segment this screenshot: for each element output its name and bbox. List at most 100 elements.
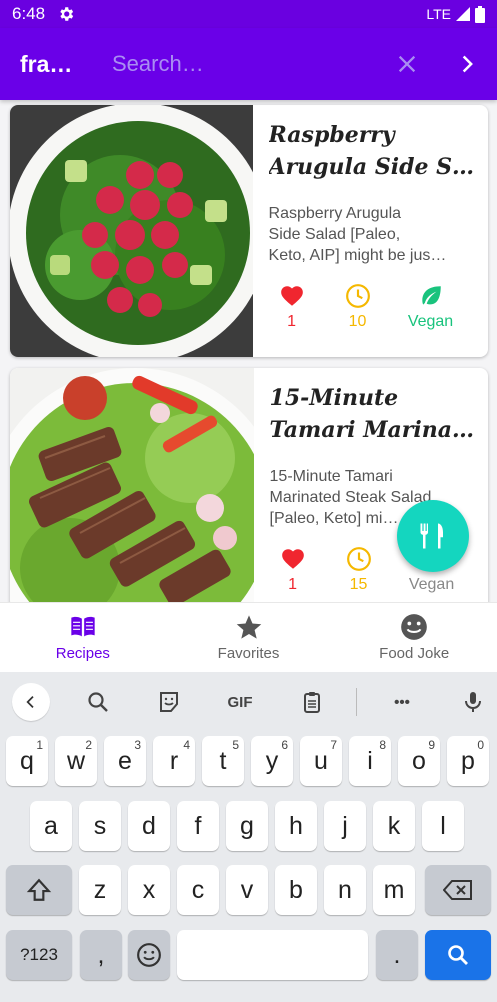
- key-letter: i: [367, 746, 373, 775]
- status-time: 6:48: [12, 4, 46, 23]
- key-c[interactable]: c: [177, 865, 219, 915]
- leaf-icon: [421, 286, 441, 305]
- chevron-left-icon: [26, 696, 34, 708]
- key-u[interactable]: u7: [300, 736, 342, 786]
- backspace-key[interactable]: [425, 865, 491, 915]
- key-o[interactable]: o9: [398, 736, 440, 786]
- recipe-details: 15-Minute Tamari Marina… 15-Minute Tamar…: [254, 368, 488, 602]
- key-x[interactable]: x: [128, 865, 170, 915]
- shift-key[interactable]: [6, 865, 72, 915]
- key-letter: t: [219, 746, 227, 775]
- key-a[interactable]: a: [30, 801, 72, 851]
- key-b[interactable]: b: [275, 865, 317, 915]
- key-i[interactable]: i8: [349, 736, 391, 786]
- key-g[interactable]: g: [226, 801, 268, 851]
- minutes-count: 10: [348, 313, 367, 330]
- key-number-hint: 3: [134, 738, 141, 752]
- search-input[interactable]: Search…: [112, 51, 377, 77]
- recipe-title: Raspberry Arugula Side S…: [269, 119, 474, 183]
- key-s[interactable]: s: [79, 801, 121, 851]
- period-key[interactable]: .: [376, 930, 418, 980]
- key-number-hint: 5: [232, 738, 239, 752]
- key-w[interactable]: w2: [55, 736, 97, 786]
- nav-recipes[interactable]: Recipes: [0, 603, 166, 672]
- comma-key[interactable]: ,: [80, 930, 122, 980]
- key-number-hint: 6: [281, 738, 288, 752]
- toolbar-title: fra…: [20, 50, 73, 77]
- keyboard-collapse-button[interactable]: [12, 683, 50, 721]
- emoji-icon: [137, 943, 161, 967]
- key-number-hint: 7: [330, 738, 337, 752]
- key-z[interactable]: z: [79, 865, 121, 915]
- key-number-hint: 0: [477, 738, 484, 752]
- key-e[interactable]: e3: [104, 736, 146, 786]
- key-n[interactable]: n: [324, 865, 366, 915]
- key-letter: y: [265, 746, 279, 775]
- microphone-icon: [465, 692, 481, 712]
- recipe-stats: 1 10 Vegan: [259, 283, 471, 331]
- submit-search-button[interactable]: [437, 54, 497, 74]
- bottom-navigation: Recipes Favorites Food Joke: [0, 602, 497, 672]
- soft-keyboard: GIF ••• q1w2e3r4t5y6u7i8o9p0 asdfghjkl z…: [0, 672, 497, 1002]
- key-letter: w: [66, 746, 86, 775]
- keyboard-gif-tool[interactable]: GIF: [224, 688, 256, 716]
- star-icon: [236, 615, 261, 639]
- search-icon: [88, 692, 108, 712]
- gear-icon: [60, 7, 74, 21]
- chevron-right-icon: [462, 55, 473, 73]
- recipe-description-line: Side Salad [Paleo,: [268, 226, 401, 243]
- emoji-key[interactable]: [128, 930, 170, 980]
- battery-icon: [475, 5, 485, 23]
- key-number-hint: 8: [379, 738, 386, 752]
- recipe-description-line: 15-Minute Tamari: [269, 468, 393, 485]
- minutes-count: 15: [349, 576, 368, 593]
- recipe-card[interactable]: Raspberry Arugula Side S… Raspberry Arug…: [10, 105, 488, 357]
- nav-food-joke[interactable]: Food Joke: [331, 603, 497, 672]
- recipe-title: 15-Minute Tamari Marina…: [270, 382, 474, 446]
- keyboard-more-tool[interactable]: •••: [386, 688, 418, 716]
- random-recipe-fab[interactable]: [397, 500, 469, 572]
- clipboard-icon: [304, 692, 320, 713]
- key-m[interactable]: m: [373, 865, 415, 915]
- key-f[interactable]: f: [177, 801, 219, 851]
- key-h[interactable]: h: [275, 801, 317, 851]
- key-letter: u: [314, 746, 328, 775]
- key-d[interactable]: d: [128, 801, 170, 851]
- search-icon: [448, 945, 468, 965]
- keyboard-clipboard-tool[interactable]: [298, 688, 326, 716]
- keyboard-search-tool[interactable]: [84, 688, 112, 716]
- keyboard-sticker-tool[interactable]: [155, 688, 183, 716]
- keyboard-voice-tool[interactable]: [459, 688, 487, 716]
- key-t[interactable]: t5: [202, 736, 244, 786]
- clock-icon: [346, 547, 371, 571]
- likes-count: 1: [287, 313, 296, 330]
- recipe-image: [10, 368, 254, 602]
- diet-stat: Vegan: [391, 283, 471, 331]
- key-q[interactable]: q1: [6, 736, 48, 786]
- recipe-title-line: Arugula Side S…: [268, 154, 474, 180]
- search-action-key[interactable]: [425, 930, 491, 980]
- key-r[interactable]: r4: [153, 736, 195, 786]
- key-y[interactable]: y6: [251, 736, 293, 786]
- key-number-hint: 4: [183, 738, 190, 752]
- sticker-icon: [160, 692, 178, 712]
- key-k[interactable]: k: [373, 801, 415, 851]
- key-p[interactable]: p0: [447, 736, 489, 786]
- clock-icon: [345, 284, 370, 308]
- key-letter: p: [461, 746, 475, 775]
- app-toolbar: fra… Search…: [0, 28, 497, 100]
- nav-favorites[interactable]: Favorites: [166, 603, 332, 672]
- key-v[interactable]: v: [226, 865, 268, 915]
- recipe-title-line: 15-Minute: [269, 385, 399, 411]
- recipe-image: [10, 105, 253, 357]
- time-stat: 15: [326, 546, 392, 594]
- toolbar-divider: [356, 688, 357, 716]
- clear-search-button[interactable]: [377, 53, 437, 75]
- recipe-title-line: Tamari Marina…: [269, 417, 474, 443]
- key-letter: r: [169, 746, 179, 775]
- key-j[interactable]: j: [324, 801, 366, 851]
- key-l[interactable]: l: [422, 801, 464, 851]
- space-key[interactable]: [177, 930, 368, 980]
- keyboard-toolbar: GIF •••: [0, 672, 497, 732]
- symbols-key[interactable]: ?123: [6, 930, 72, 980]
